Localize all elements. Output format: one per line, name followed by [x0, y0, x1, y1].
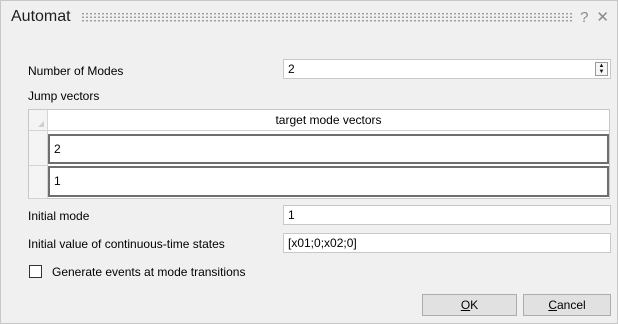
cancel-label-rest: ancel — [556, 298, 586, 312]
initial-states-label: Initial value of continuous-time states — [28, 237, 225, 251]
cancel-button[interactable]: Cancel — [523, 294, 611, 316]
column-header-target-mode-vectors[interactable]: target mode vectors — [48, 110, 609, 131]
select-all-corner[interactable] — [29, 110, 48, 131]
row-header-1[interactable] — [29, 131, 48, 166]
generate-events-label[interactable]: Generate events at mode transitions — [52, 265, 245, 279]
number-of-modes-stepper[interactable]: ▲ ▼ — [595, 62, 608, 76]
number-of-modes-label: Number of Modes — [28, 64, 124, 78]
dialog-title: Automat — [11, 8, 71, 25]
initial-mode-label: Initial mode — [28, 209, 90, 223]
number-of-modes-value: 2 — [288, 62, 295, 76]
number-of-modes-spinbox[interactable]: 2 ▲ ▼ — [283, 59, 611, 79]
close-icon[interactable]: ✕ — [596, 10, 609, 25]
initial-states-input[interactable]: [x01;0;x02;0] — [283, 233, 611, 253]
ok-label-rest: K — [470, 298, 479, 312]
drag-grip[interactable] — [80, 12, 575, 22]
table-cell[interactable]: 2 — [48, 134, 609, 164]
cancel-mnemonic: C — [548, 298, 557, 312]
ok-mnemonic: O — [460, 298, 471, 312]
jump-vectors-label: Jump vectors — [28, 89, 100, 103]
automat-dialog: Automat ? ✕ Number of Modes 2 ▲ ▼ Jump v… — [0, 0, 618, 324]
ok-button[interactable]: OK — [422, 294, 517, 316]
stepper-down-icon[interactable]: ▼ — [599, 69, 605, 75]
help-icon[interactable]: ? — [580, 10, 588, 25]
jump-vectors-table: target mode vectors 2 1 — [28, 109, 610, 199]
generate-events-checkbox[interactable] — [29, 265, 42, 278]
initial-mode-input[interactable]: 1 — [283, 205, 611, 225]
row-header-2[interactable] — [29, 166, 48, 199]
title-bar[interactable]: Automat ? ✕ — [1, 1, 617, 33]
table-cell[interactable]: 1 — [48, 166, 609, 197]
